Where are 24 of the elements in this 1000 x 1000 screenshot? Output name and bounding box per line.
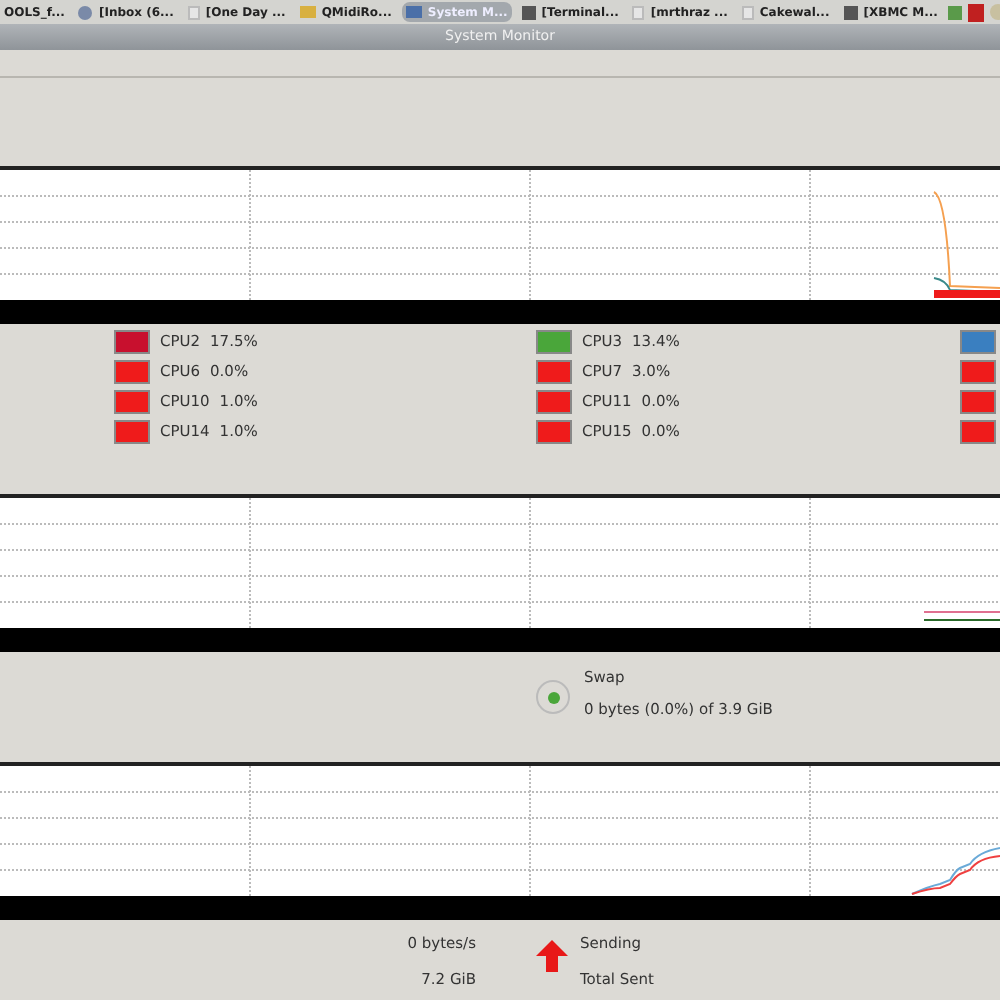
color-swatch[interactable]	[536, 390, 572, 414]
color-swatch[interactable]	[114, 420, 150, 444]
color-swatch[interactable]	[960, 330, 996, 354]
graph-line-drawing	[910, 846, 1000, 896]
color-swatch[interactable]	[536, 360, 572, 384]
graph-line-drawing	[930, 190, 1000, 300]
terminal-icon	[521, 5, 536, 19]
terminal-icon	[843, 5, 858, 19]
color-swatch[interactable]	[960, 420, 996, 444]
color-swatch[interactable]	[536, 420, 572, 444]
tray-icon[interactable]	[947, 5, 962, 19]
color-swatch[interactable]	[960, 360, 996, 384]
folder-icon	[299, 6, 316, 18]
color-swatch[interactable]	[536, 330, 572, 354]
page-icon	[741, 5, 754, 19]
color-swatch[interactable]	[114, 330, 150, 354]
graph-line-drawing	[924, 610, 1000, 622]
pie-icon	[536, 680, 570, 714]
color-swatch[interactable]	[960, 390, 996, 414]
page-icon	[187, 5, 200, 19]
color-swatch[interactable]	[114, 390, 150, 414]
color-swatch[interactable]	[114, 360, 150, 384]
page-icon	[632, 5, 645, 19]
upload-arrow-icon	[536, 940, 568, 972]
